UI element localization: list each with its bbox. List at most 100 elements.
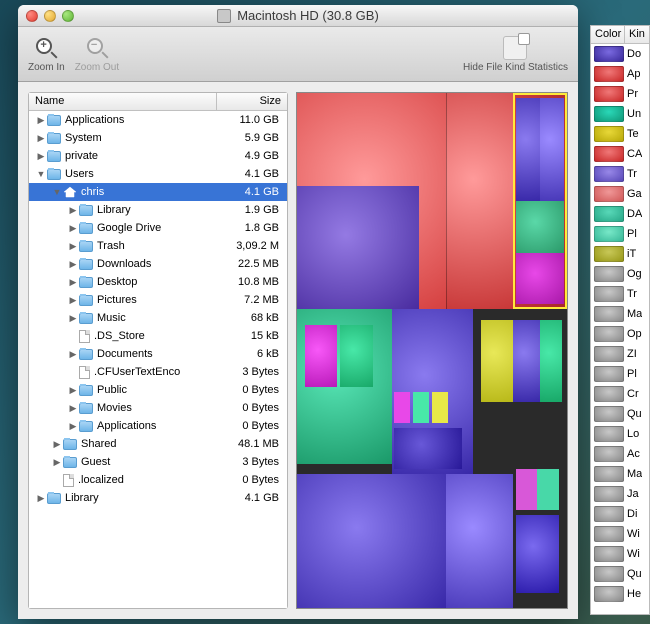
kind-row[interactable]: Tr [591,164,649,184]
tree-body[interactable]: Applications11.0 GBSystem5.9 GBprivate4.… [29,111,287,608]
kind-row[interactable]: He [591,584,649,604]
disclosure-triangle-icon[interactable] [51,457,63,468]
kind-row[interactable]: Ja [591,484,649,504]
disclosure-triangle-icon[interactable] [67,385,79,396]
disclosure-triangle-icon[interactable] [35,151,47,162]
kind-row[interactable]: Ma [591,464,649,484]
kind-row[interactable]: Ap [591,64,649,84]
tree-row[interactable]: Documents6 kB [29,345,287,363]
disclosure-triangle-icon[interactable] [51,439,63,450]
tree-item-size: 11.0 GB [217,114,287,126]
disclosure-triangle-icon[interactable] [35,115,47,126]
color-swatch [594,286,624,302]
color-swatch [594,386,624,402]
tree-row[interactable]: Users4.1 GB [29,165,287,183]
tree-row[interactable]: Applications0 Bytes [29,417,287,435]
tree-row[interactable]: Shared48.1 MB [29,435,287,453]
kind-row[interactable]: Do [591,44,649,64]
tree-row[interactable]: Pictures7.2 MB [29,291,287,309]
kind-label: ZI [627,348,637,360]
toolbar: + Zoom In − Zoom Out Hide File Kind Stat… [18,27,578,82]
kind-row[interactable]: Te [591,124,649,144]
color-swatch [594,586,624,602]
tree-row[interactable]: Downloads22.5 MB [29,255,287,273]
kind-row[interactable]: CA [591,144,649,164]
hide-statistics-button[interactable]: Hide File Kind Statistics [463,36,568,73]
window-title-label: Macintosh HD (30.8 GB) [237,8,379,23]
color-swatch [594,546,624,562]
content-area: Name Size Applications11.0 GBSystem5.9 G… [18,82,578,619]
kind-row[interactable]: Op [591,324,649,344]
tree-item-size: 15 kB [217,330,287,342]
kind-row[interactable]: Wi [591,544,649,564]
kind-row[interactable]: Cr [591,384,649,404]
kind-label: Tr [627,288,637,300]
kind-row[interactable]: Pr [591,84,649,104]
disclosure-triangle-icon[interactable] [67,349,79,360]
tree-row[interactable]: .localized0 Bytes [29,471,287,489]
tree-row[interactable]: System5.9 GB [29,129,287,147]
tree-row[interactable]: Public0 Bytes [29,381,287,399]
tree-row[interactable]: Desktop10.8 MB [29,273,287,291]
kind-row[interactable]: Di [591,504,649,524]
column-name[interactable]: Name [29,93,217,110]
kind-row[interactable]: Ga [591,184,649,204]
folder-icon [79,349,93,360]
column-kind[interactable]: Kin [625,26,650,43]
disclosure-triangle-icon[interactable] [35,493,47,504]
kind-label: Ap [627,68,640,80]
tree-row[interactable]: private4.9 GB [29,147,287,165]
statistics-body[interactable]: DoApPrUnTeCATrGaDAPliTOgTrMaOpZIPlCrQuLo… [591,44,649,604]
kind-row[interactable]: Un [591,104,649,124]
kind-row[interactable]: Tr [591,284,649,304]
tree-item-size: 1.9 GB [217,204,287,216]
kind-row[interactable]: Ma [591,304,649,324]
tree-row[interactable]: .DS_Store15 kB [29,327,287,345]
tree-item-size: 0 Bytes [217,402,287,414]
tree-row[interactable]: Applications11.0 GB [29,111,287,129]
kind-label: Lo [627,428,639,440]
tree-row[interactable]: Google Drive1.8 GB [29,219,287,237]
tree-row[interactable]: Music68 kB [29,309,287,327]
titlebar[interactable]: Macintosh HD (30.8 GB) [18,5,578,27]
disclosure-triangle-icon[interactable] [67,223,79,234]
tree-row[interactable]: Library4.1 GB [29,489,287,507]
tree-item-size: 4.1 GB [217,186,287,198]
tree-row[interactable]: .CFUserTextEnco3 Bytes [29,363,287,381]
disclosure-triangle-icon[interactable] [67,295,79,306]
kind-row[interactable]: iT [591,244,649,264]
kind-label: Ac [627,448,640,460]
kind-row[interactable]: Ac [591,444,649,464]
disclosure-triangle-icon[interactable] [35,169,47,179]
disclosure-triangle-icon[interactable] [67,421,79,432]
kind-row[interactable]: Qu [591,404,649,424]
tree-row[interactable]: Guest3 Bytes [29,453,287,471]
tree-row[interactable]: Library1.9 GB [29,201,287,219]
disclosure-triangle-icon[interactable] [67,277,79,288]
column-color[interactable]: Color [591,26,625,43]
treemap-view[interactable] [296,92,568,609]
kind-row[interactable]: Qu [591,564,649,584]
kind-row[interactable]: Wi [591,524,649,544]
disclosure-triangle-icon[interactable] [67,205,79,216]
column-size[interactable]: Size [217,93,287,110]
tree-item-size: 68 kB [217,312,287,324]
tree-row[interactable]: chris4.1 GB [29,183,287,201]
kind-label: Do [627,48,641,60]
disclosure-triangle-icon[interactable] [67,259,79,270]
disclosure-triangle-icon[interactable] [67,241,79,252]
tree-item-label: private [65,150,98,162]
disclosure-triangle-icon[interactable] [51,187,63,197]
kind-row[interactable]: Lo [591,424,649,444]
kind-row[interactable]: Pl [591,224,649,244]
kind-row[interactable]: DA [591,204,649,224]
disclosure-triangle-icon[interactable] [67,403,79,414]
kind-row[interactable]: ZI [591,344,649,364]
disclosure-triangle-icon[interactable] [35,133,47,144]
tree-row[interactable]: Movies0 Bytes [29,399,287,417]
zoom-in-button[interactable]: + Zoom In [28,36,65,73]
kind-row[interactable]: Pl [591,364,649,384]
tree-row[interactable]: Trash3,09.2 M [29,237,287,255]
disclosure-triangle-icon[interactable] [67,313,79,324]
kind-row[interactable]: Og [591,264,649,284]
